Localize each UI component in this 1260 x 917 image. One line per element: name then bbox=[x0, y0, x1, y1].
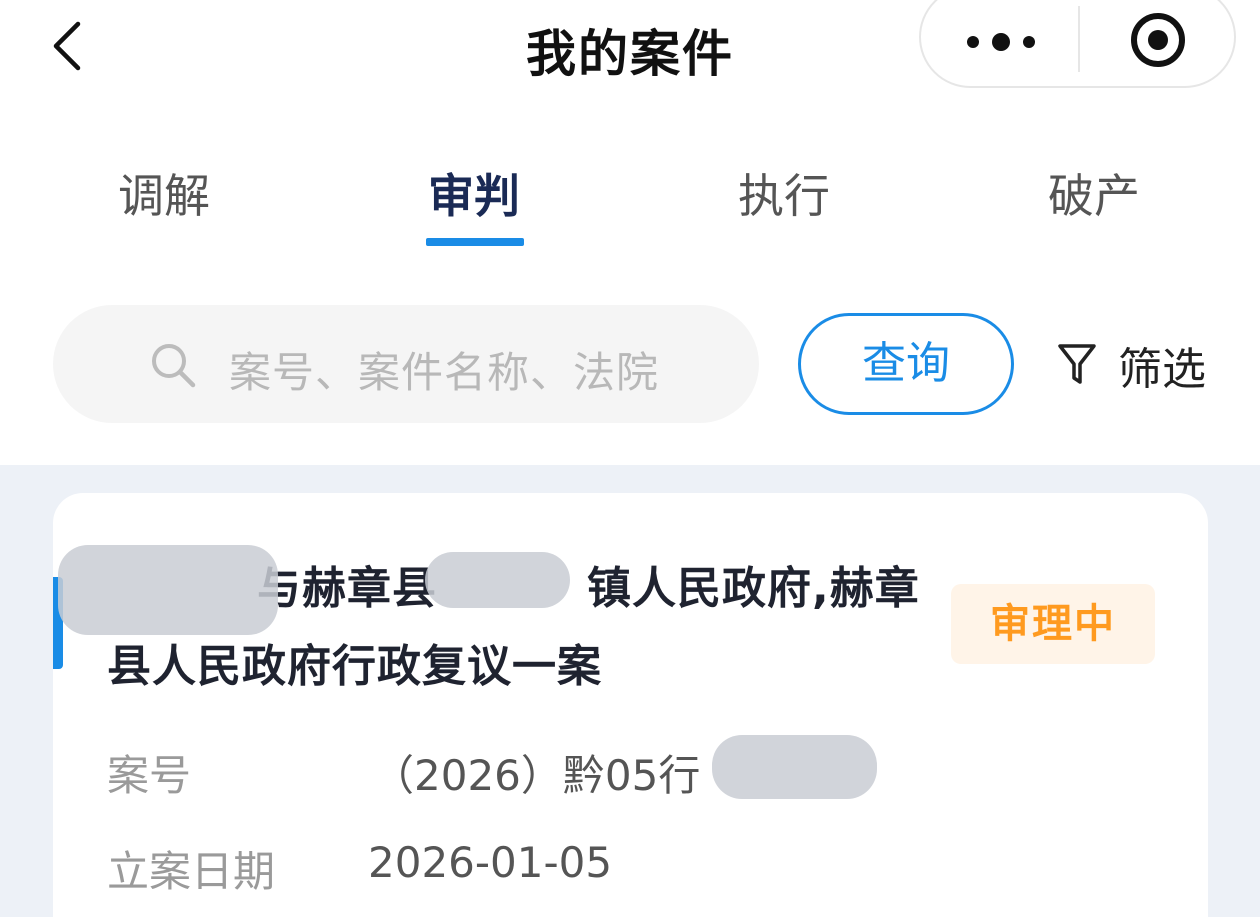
mini-program-capsule bbox=[919, 0, 1236, 88]
tab-trial[interactable]: 审判 bbox=[428, 160, 520, 226]
case-type-tabs: 调解 审判 执行 破产 bbox=[0, 150, 1260, 250]
capsule-divider bbox=[1078, 6, 1080, 72]
tab-execution[interactable]: 执行 bbox=[738, 160, 830, 226]
search-placeholder: 案号、案件名称、法院 bbox=[229, 348, 660, 397]
active-tab-indicator bbox=[426, 238, 524, 246]
query-button[interactable]: 查询 bbox=[798, 313, 1014, 415]
filing-date-label: 立案日期 bbox=[107, 847, 276, 896]
close-target-icon bbox=[1131, 13, 1185, 67]
redaction-blur bbox=[58, 545, 278, 635]
close-button[interactable] bbox=[1126, 8, 1190, 72]
case-number-value: （2026）黔05行 bbox=[372, 751, 701, 800]
search-icon bbox=[152, 344, 196, 388]
filter-button[interactable]: 筛选 bbox=[1056, 335, 1206, 395]
more-button[interactable] bbox=[961, 22, 1041, 62]
redaction-blur bbox=[712, 735, 877, 799]
nav-bar: 我的案件 bbox=[0, 0, 1260, 100]
tab-bankruptcy[interactable]: 破产 bbox=[1048, 160, 1140, 226]
filing-date-value: 2026-01-05 bbox=[368, 838, 613, 887]
redaction-blur bbox=[425, 552, 570, 608]
search-input[interactable]: 案号、案件名称、法院 bbox=[53, 305, 759, 423]
case-number-label: 案号 bbox=[107, 751, 192, 800]
filter-label: 筛选 bbox=[1118, 344, 1206, 395]
tab-mediation[interactable]: 调解 bbox=[118, 160, 210, 226]
status-badge: 审理中 bbox=[951, 584, 1155, 664]
filter-funnel-icon bbox=[1058, 344, 1096, 384]
more-dots-icon bbox=[967, 33, 1035, 51]
